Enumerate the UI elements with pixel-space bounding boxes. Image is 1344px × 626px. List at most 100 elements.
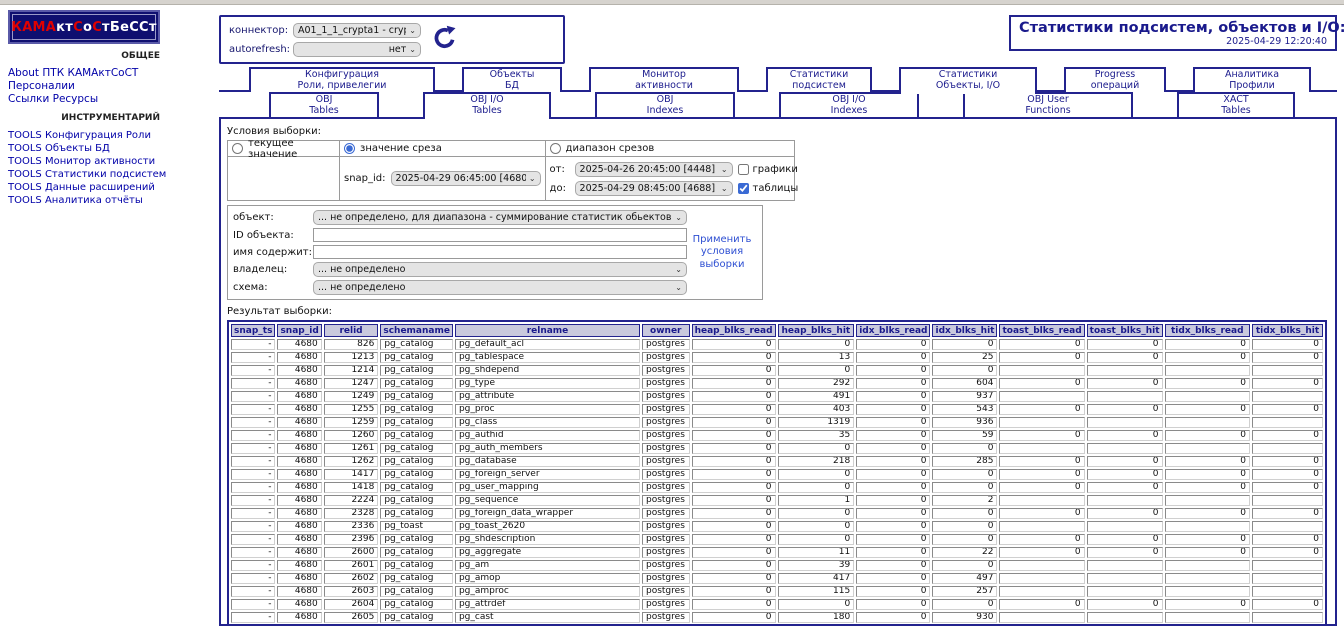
column-header-schemaname[interactable]: schemaname [380,324,453,337]
connector-select[interactable]: A01_1_1_crypta1 - crypta_1_1 ⌄ [293,23,421,38]
cell-schemaname: pg_catalog [380,365,453,376]
column-header-toast_blks_hit[interactable]: toast_blks_hit [1086,324,1163,337]
subtab-obj-indexes[interactable]: OBJ Indexes [595,92,735,117]
cell-owner: postgres [642,469,690,480]
subtab-xact-tables[interactable]: XACT Tables [1177,92,1295,117]
chevron-down-icon: ⌄ [675,265,682,274]
tab-line1: Аналитика [1224,69,1280,80]
cell-snap_ts: - [231,417,276,428]
cell-owner: postgres [642,586,690,597]
sidebar-link-tools-5[interactable]: TOOLS Аналитика отчёты [8,194,215,207]
subtab-obj-i-o-tables[interactable]: OBJ I/O Tables [423,92,551,119]
cell-toast_blks_read: 0 [999,352,1085,363]
radio-snapshot-range[interactable]: диапазон срезов [549,142,790,155]
tab-line1: OBJ [656,94,674,105]
tab-монитор-активности[interactable]: Монитор активности [589,67,739,92]
column-header-idx_blks_read[interactable]: idx_blks_read [856,324,931,337]
cell-snap_ts: - [231,599,276,610]
tab-progress-операций[interactable]: Progress операций [1064,67,1166,92]
sidebar-link-tools-2[interactable]: TOOLS Монитор активности [8,155,215,168]
column-header-snap_ts[interactable]: snap_ts [231,324,276,337]
cell-snap_ts: - [231,482,276,493]
apply-filter-link[interactable]: Применить условия выборки [687,234,757,272]
cell-heap_blks_hit: 0 [777,521,855,532]
tab-статистики-объекты-i-o[interactable]: Статистики Объекты, I/O [899,67,1037,94]
sidebar-link-tools-3[interactable]: TOOLS Статистики подсистем [8,168,215,181]
column-header-idx_blks_hit[interactable]: idx_blks_hit [932,324,998,337]
cell-snap_ts: - [231,404,276,415]
tables-checkbox-input[interactable] [737,182,749,194]
schema-select[interactable]: ... не определено ⌄ [313,280,687,295]
column-header-heap_blks_read[interactable]: heap_blks_read [691,324,776,337]
snap-id-select[interactable]: 2025-04-29 06:45:00 [4680] ⌄ [390,171,541,186]
column-header-tidx_blks_read[interactable]: tidx_blks_read [1164,324,1251,337]
tab-конфигурация-роли-привелегии[interactable]: Конфигурация Роли, привелегии [249,67,435,92]
radio-snapshot-value[interactable]: значение среза [344,142,541,155]
logo-segment: т [102,19,110,35]
sidebar-link-general-2[interactable]: Ссылки Ресурсы [8,93,215,106]
range-to-select[interactable]: 2025-04-29 08:45:00 [4688] ⌄ [574,180,733,196]
name-contains-input[interactable] [313,245,687,259]
tab-line2: Tables [472,104,502,116]
column-header-relname[interactable]: relname [454,324,640,337]
owner-select[interactable]: ... не определено ⌄ [313,262,687,277]
table-row: -4680 2328 pg_catalog pg_foreign_data_wrapp… [231,508,1323,519]
charts-checkbox-input[interactable] [737,163,749,175]
logo-segment: КАМА [11,19,57,35]
cell-relid: 2602 [323,573,379,584]
tab-статистики-подсистем[interactable]: Статистики подсистем [766,67,872,92]
sidebar-link-tools-1[interactable]: TOOLS Объекты БД [8,142,215,155]
tab-line2: Indexes [830,104,868,116]
subtab-obj-user-functions[interactable]: OBJ User Functions [963,92,1133,117]
tab-объекты-бд[interactable]: Объекты БД [462,67,562,92]
range-from-select[interactable]: 2025-04-26 20:45:00 [4448] ⌄ [574,161,733,177]
autorefresh-label: autorefresh: [229,44,291,55]
cell-relname: pg_foreign_data_wrapper [454,508,640,519]
column-header-toast_blks_read[interactable]: toast_blks_read [999,324,1085,337]
tab-аналитика-профили[interactable]: Аналитика Профили [1193,67,1311,92]
refresh-button[interactable] [431,24,459,56]
cell-snap_ts: - [231,456,276,467]
sidebar-link-general-1[interactable]: Персоналии [8,80,215,93]
cell-heap_blks_read: 0 [691,417,776,428]
tables-checkbox[interactable]: таблицы [737,182,798,194]
object-id-input[interactable] [313,228,687,242]
cell-idx_blks_read: 0 [856,352,931,363]
cell-idx_blks_hit: 59 [932,430,998,441]
subtab-obj-tables[interactable]: OBJ Tables [269,92,379,117]
cell-relid: 2600 [323,547,379,558]
cell-heap_blks_read: 0 [691,339,776,350]
autorefresh-select[interactable]: нет ⌄ [293,42,421,57]
cell-idx_blks_hit: 936 [932,417,998,428]
table-row: -4680 2603 pg_catalog pg_amproc postgres 0 115… [231,586,1323,597]
column-header-owner[interactable]: owner [642,324,690,337]
table-row: -4680 1417 pg_catalog pg_foreign_server post… [231,469,1323,480]
column-header-snap_id[interactable]: snap_id [277,324,322,337]
object-id-label: ID объекта: [233,229,294,241]
table-row: -4680 2396 pg_catalog pg_shdescription postg… [231,534,1323,545]
column-header-tidx_blks_hit[interactable]: tidx_blks_hit [1252,324,1323,337]
cell-relname: pg_amop [454,573,640,584]
sidebar-link-tools-4[interactable]: TOOLS Данные расширений [8,181,215,194]
radio-current-value[interactable]: текущее значение [232,138,335,160]
cell-toast_blks_hit [1086,495,1163,506]
cell-schemaname: pg_catalog [380,430,453,441]
cell-heap_blks_hit: 0 [777,469,855,480]
subtab-obj-i-o-indexes[interactable]: OBJ I/O Indexes [779,92,919,117]
sidebar-link-general-0[interactable]: About ПТК КАМАктСоСТ [8,67,215,80]
column-header-heap_blks_hit[interactable]: heap_blks_hit [777,324,855,337]
cell-toast_blks_hit: 0 [1086,456,1163,467]
charts-checkbox[interactable]: графики [737,163,798,175]
cell-owner: postgres [642,443,690,454]
column-header-relid[interactable]: relid [323,324,379,337]
radio-current-value-input[interactable] [232,143,243,154]
object-select[interactable]: ... не определено, для диапазона - сумми… [313,210,687,225]
radio-snapshot-range-input[interactable] [549,143,561,154]
results-section: Результат выборки: snap_ts snap_id relid sc… [227,306,1327,624]
sidebar-link-tools-0[interactable]: TOOLS Конфигурация Роли [8,129,215,142]
radio-snapshot-value-input[interactable] [344,143,355,154]
tab-line2: Tables [309,104,339,116]
cell-schemaname: pg_catalog [380,586,453,597]
cell-toast_blks_hit: 0 [1086,547,1163,558]
cell-owner: postgres [642,560,690,571]
